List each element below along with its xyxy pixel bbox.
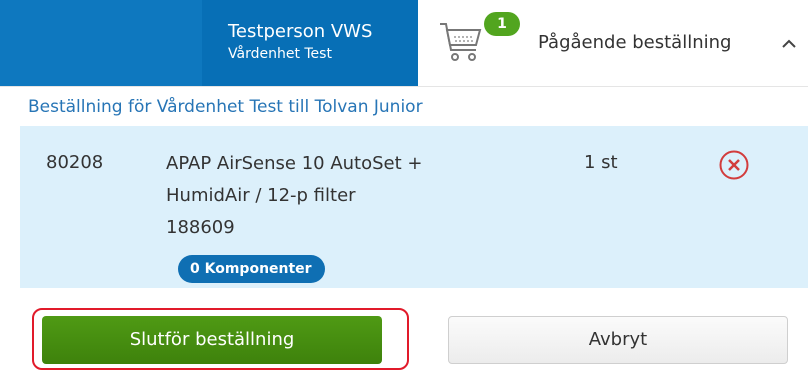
product-code: 188609 bbox=[166, 217, 235, 238]
shopping-cart-icon[interactable] bbox=[438, 20, 486, 66]
header-divider bbox=[0, 86, 808, 87]
order-title: Beställning för Vårdenhet Test till Tolv… bbox=[28, 97, 423, 117]
order-status-label[interactable]: Pågående beställning bbox=[538, 32, 731, 53]
top-bar: Testperson VWS Vårdenhet Test 1 Pågående… bbox=[0, 0, 808, 86]
cancel-button[interactable]: Avbryt bbox=[448, 316, 788, 364]
item-quantity: 1 st bbox=[584, 152, 618, 173]
article-number: 80208 bbox=[46, 152, 104, 173]
product-name-line1: APAP AirSense 10 AutoSet + bbox=[166, 153, 423, 174]
user-unit: Vårdenhet Test bbox=[228, 46, 332, 62]
cart-count-badge: 1 bbox=[484, 12, 520, 36]
chevron-up-icon[interactable] bbox=[778, 34, 800, 54]
components-badge[interactable]: 0 Komponenter bbox=[178, 255, 325, 283]
order-item-row bbox=[20, 126, 808, 288]
complete-order-button[interactable]: Slutför beställning bbox=[42, 316, 382, 364]
user-name: Testperson VWS bbox=[228, 21, 373, 42]
remove-circle-icon[interactable] bbox=[718, 149, 750, 181]
product-name-line2: HumidAir / 12-p filter bbox=[166, 185, 356, 206]
user-panel[interactable] bbox=[202, 0, 418, 86]
